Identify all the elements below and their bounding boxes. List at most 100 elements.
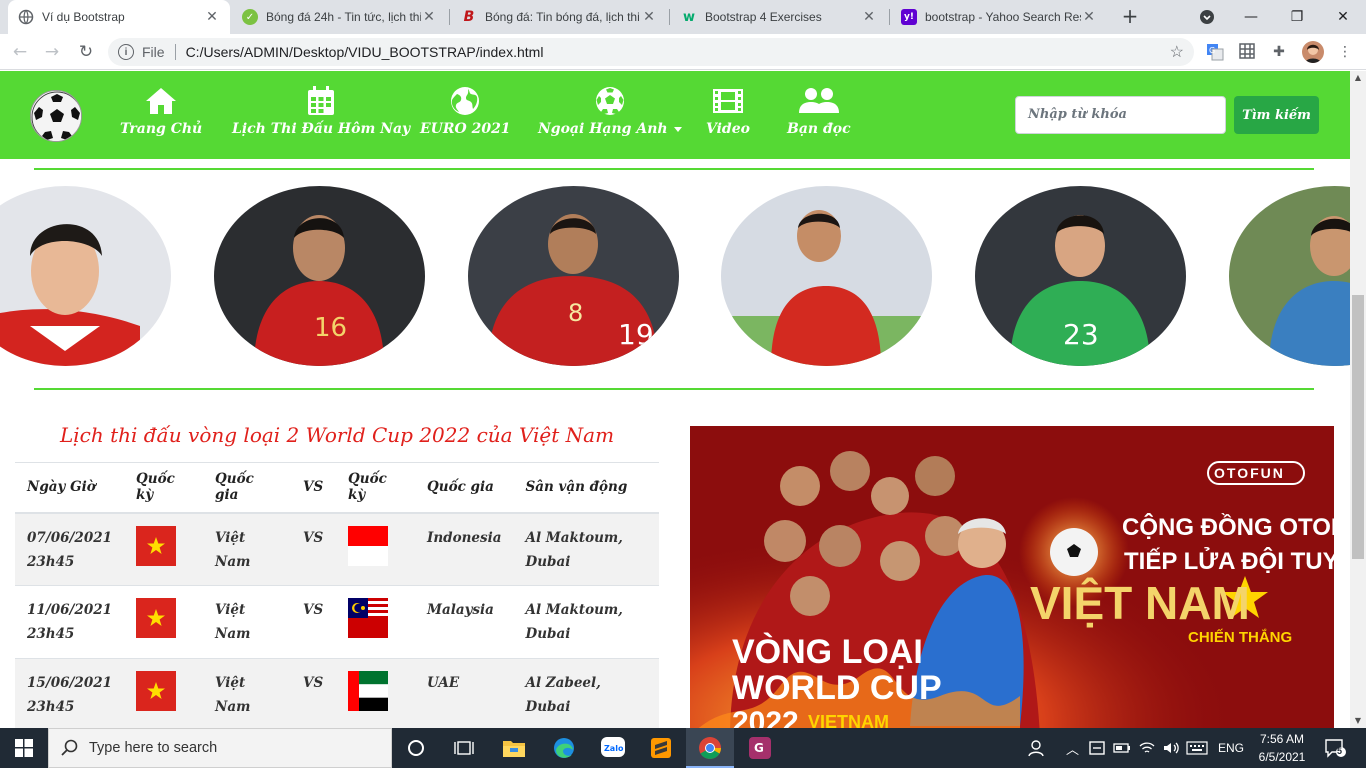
profile-avatar[interactable] [1302,41,1324,63]
player-photo[interactable]: 8 19 [468,186,679,366]
nav-item-video[interactable]: Video [706,85,750,137]
site-logo-soccer-ball[interactable] [30,90,82,142]
edge-button[interactable] [540,728,588,768]
film-icon [712,89,743,113]
browser-tab-strip: Ví dụ Bootstrap ✕ ✓ Bóng đá 24h - Tin tứ… [0,0,1366,34]
new-tab-button[interactable]: + [1118,5,1142,29]
tab-vi-du-bootstrap[interactable]: Ví dụ Bootstrap ✕ [8,0,230,34]
edge-icon [554,738,574,758]
search-input[interactable]: Nhập từ khóa [1015,96,1226,134]
close-icon[interactable]: ✕ [421,9,437,25]
cortana-button[interactable] [392,728,440,768]
scrollbar-thumb[interactable] [1352,295,1364,559]
nav-item-euro-2021[interactable]: EURO 2021 [420,85,511,137]
kebab-menu-icon[interactable]: ⋮ [1336,43,1354,61]
minimize-button[interactable]: — [1228,0,1274,34]
tab-separator [669,9,670,25]
tab-title: Ví dụ Bootstrap [42,10,125,24]
language-indicator[interactable]: ENG [1218,728,1244,768]
scroll-down-arrow[interactable]: ▼ [1350,714,1366,728]
home-icon [146,88,177,114]
player-photo[interactable] [1229,186,1350,366]
page-scrollbar[interactable]: ▲ ▼ [1350,71,1366,728]
cortana-circle-icon [408,740,424,756]
back-button[interactable]: ← [8,40,32,64]
extensions-puzzle-icon[interactable]: ✚ [1270,43,1288,61]
player-photo[interactable] [721,186,932,366]
tab-yahoo-search[interactable]: y! bootstrap - Yahoo Search Resu ✕ [891,0,1107,34]
address-bar[interactable]: i File C:/Users/ADMIN/Desktop/VIDU_BOOTS… [108,38,1194,66]
chevron-up-icon[interactable]: ︿ [1066,728,1079,768]
info-icon[interactable]: i [118,44,134,60]
restore-button[interactable]: ❐ [1274,0,1320,34]
nav-item-trang-chu[interactable]: Trang Chủ [120,85,202,137]
taskbar-search-box[interactable]: Type here to search [48,728,392,768]
people-icon[interactable] [1028,728,1046,768]
tab-bootstrap-exercises[interactable]: w Bootstrap 4 Exercises ✕ [671,0,887,34]
bookmark-star-icon[interactable]: ☆ [1170,42,1184,62]
cell-vs: VS [291,585,337,659]
tab-search-button[interactable] [1184,0,1230,34]
vietnam-flag [136,525,177,566]
otofun-banner-image[interactable]: OTOFUN CỘNG ĐỒNG OTOFUN TIẾP LỬA ĐỘI TUY… [690,426,1334,728]
zalo-button[interactable]: Zalo [589,728,637,768]
banner-line1: CỘNG ĐỒNG OTOFUN [1122,514,1334,541]
nav-item-ban-doc[interactable]: Bạn đọc [787,85,851,137]
action-center-button[interactable]: 5 [1324,728,1346,768]
windows-start-button[interactable] [0,728,48,768]
player-photo[interactable]: 23 [975,186,1186,366]
player-photo[interactable]: 16 [214,186,425,366]
tab-title: bootstrap - Yahoo Search Resu [925,10,1081,24]
match-date: 07/06/2021 [27,529,113,546]
apps-grid-icon[interactable] [1238,43,1256,61]
cell-home-team: Việt Nam [203,512,292,586]
nav-label: Bạn đọc [787,121,851,137]
player-photo[interactable] [0,186,171,366]
caret-down-icon [673,126,682,132]
scroll-up-arrow[interactable]: ▲ [1350,71,1366,85]
soccer-ball-icon [595,87,624,115]
col-header: Sân vận động [513,462,659,514]
close-icon[interactable]: ✕ [641,9,657,25]
close-icon[interactable]: ✕ [204,9,220,25]
close-icon[interactable]: ✕ [861,9,877,25]
forward-button[interactable]: → [40,40,64,64]
nav-item-lich-thi-dau[interactable]: Lịch Thi Đấu Hôm Nay [232,85,410,137]
col-header: Quốc kỳ [336,462,416,514]
volume-icon[interactable] [1162,728,1180,768]
nav-label-text: Ngoại Hạng Anh [538,121,668,137]
cell-away-team: UAE [415,658,514,728]
reload-button[interactable]: ↻ [74,40,98,64]
antivirus-icon[interactable] [1088,728,1106,768]
tab-title: Bóng đá: Tin bóng đá, lịch thi [485,10,640,24]
col-header: Ngày Giờ [15,462,125,514]
sublime-text-button[interactable] [637,728,685,768]
file-explorer-button[interactable] [490,728,538,768]
window-close-button[interactable]: ✕ [1320,0,1366,34]
close-icon[interactable]: ✕ [1081,9,1097,25]
calendar-icon [308,86,335,115]
sublime-icon [651,738,671,758]
system-clock[interactable]: 7:56 AM 6/5/2021 [1250,730,1314,766]
task-view-button[interactable] [440,728,488,768]
tab-separator [449,9,450,25]
uae-flag [348,671,389,711]
schedule-title: Lịch thi đấu vòng loại 2 World Cup 2022 … [59,423,615,447]
tab-bong-da-24h[interactable]: ✓ Bóng đá 24h - Tin tức, lịch thi ✕ [232,0,447,34]
nav-item-ngoai-hang-anh[interactable]: Ngoại Hạng Anh [538,85,682,137]
battery-icon[interactable] [1113,728,1131,768]
chrome-button[interactable] [686,728,734,768]
cell-datetime: 11/06/2021 23h45 [15,585,125,659]
tab-title: Bootstrap 4 Exercises [705,10,822,24]
table-row: 11/06/2021 23h45 Việt Nam VS Malaysia Al … [15,585,659,659]
pdf-app-button[interactable]: G [736,728,784,768]
keyboard-icon[interactable] [1186,728,1208,768]
schedule-table: Ngày Giờ Quốc kỳ Quốc gia VS Quốc kỳ Quố… [15,462,659,728]
search-button[interactable]: Tìm kiếm [1234,96,1319,134]
wifi-icon[interactable] [1138,728,1156,768]
zalo-icon: Zalo [601,737,625,757]
browser-toolbar: ← → ↻ i File C:/Users/ADMIN/Desktop/VIDU… [0,34,1366,70]
match-date: 11/06/2021 [27,602,113,618]
translate-icon[interactable]: G [1206,43,1224,61]
tab-bong-da-tin[interactable]: B Bóng đá: Tin bóng đá, lịch thi ✕ [451,0,667,34]
